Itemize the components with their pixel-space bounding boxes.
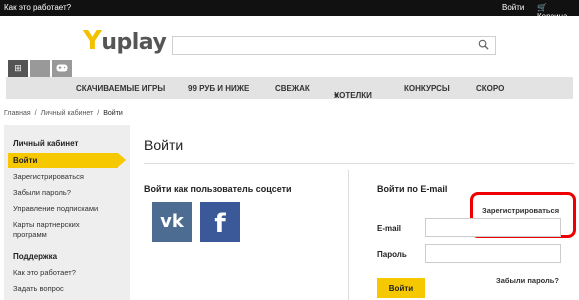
breadcrumb-cabinet[interactable]: Личный кабинет: [41, 110, 94, 117]
search-input[interactable]: [172, 36, 496, 55]
password-field[interactable]: [425, 244, 561, 263]
sidebar-item-how-it-works[interactable]: Как это работает?: [13, 268, 76, 277]
gamepad-icon[interactable]: [52, 60, 72, 77]
sidebar-item-subscriptions[interactable]: Управление подписками: [13, 204, 98, 213]
breadcrumb: Главная / Личный кабинет / Войти: [4, 110, 123, 117]
password-label: Пароль: [377, 250, 407, 259]
forgot-password-link[interactable]: Забыли пароль?: [496, 276, 559, 285]
facebook-icon: f: [214, 209, 226, 239]
social-login-heading: Войти как пользователь соцсети: [144, 184, 292, 194]
top-bar: Как это работает? Войти 🛒Корзина: [0, 0, 579, 21]
apple-icon[interactable]: [30, 60, 50, 77]
cart-icon: 🛒: [537, 3, 547, 12]
sidebar-item-login-active[interactable]: Войти: [8, 153, 126, 168]
sidebar-item-partner-cards[interactable]: Карты партнерских: [13, 220, 80, 229]
sidebar-title-cabinet: Личный кабинет: [13, 139, 79, 148]
sidebar-title-support: Поддержка: [13, 252, 58, 261]
facebook-login-button[interactable]: f: [200, 202, 240, 242]
sidebar: Личный кабинет Войти Зарегистрироваться …: [4, 125, 130, 300]
sidebar-item-ask-question[interactable]: Задать вопрос: [13, 284, 64, 293]
title-divider: [144, 163, 574, 164]
yuplay-logo[interactable]: Yuplay: [83, 26, 167, 56]
top-login-link[interactable]: Войти: [502, 3, 524, 12]
email-login-heading: Войти по E-mail: [377, 184, 448, 194]
sidebar-item-register[interactable]: Зарегистрироваться: [13, 172, 84, 181]
page-title: Войти: [144, 137, 184, 153]
email-label: E-mail: [377, 224, 402, 233]
sidebar-item-forgot-password[interactable]: Забыли пароль?: [13, 188, 71, 197]
cart-link[interactable]: 🛒Корзина: [537, 3, 579, 21]
nav-contests[interactable]: КОНКУРСЫ: [404, 84, 450, 93]
vk-icon: vk: [160, 211, 184, 232]
login-button[interactable]: Войти: [377, 278, 425, 298]
sidebar-item-label: Войти: [13, 156, 38, 165]
sidebar-item-partner-cards-line2[interactable]: программ: [13, 230, 47, 239]
logo-y: Y: [83, 26, 102, 56]
email-field[interactable]: [425, 218, 561, 237]
nav-coming-soon[interactable]: СКОРО: [476, 84, 504, 93]
nav-downloadable-games[interactable]: СКАЧИВАЕМЫЕ ИГРЫ: [76, 84, 165, 93]
cart-label: Корзина: [537, 12, 568, 21]
vk-login-button[interactable]: vk: [152, 202, 192, 242]
windows-icon[interactable]: ⊞: [8, 60, 28, 77]
nav-99-rub[interactable]: 99 РУБ И НИЖЕ: [188, 84, 249, 93]
how-it-works-link[interactable]: Как это работает?: [4, 3, 71, 12]
nav-wishlist-label: ХОТЕЛКИ: [334, 91, 372, 100]
breadcrumb-current: Войти: [103, 110, 123, 117]
logo-play: uplay: [101, 30, 167, 55]
breadcrumb-home[interactable]: Главная: [4, 110, 31, 117]
search-icon[interactable]: [478, 39, 489, 50]
breadcrumb-sep: /: [97, 110, 100, 117]
column-divider: [348, 170, 349, 300]
main-nav: СКАЧИВАЕМЫЕ ИГРЫ 99 РУБ И НИЖЕ СВЕЖАК ♥ Х…: [6, 77, 573, 100]
breadcrumb-sep: /: [34, 110, 37, 117]
nav-fresh[interactable]: СВЕЖАК: [275, 84, 310, 93]
